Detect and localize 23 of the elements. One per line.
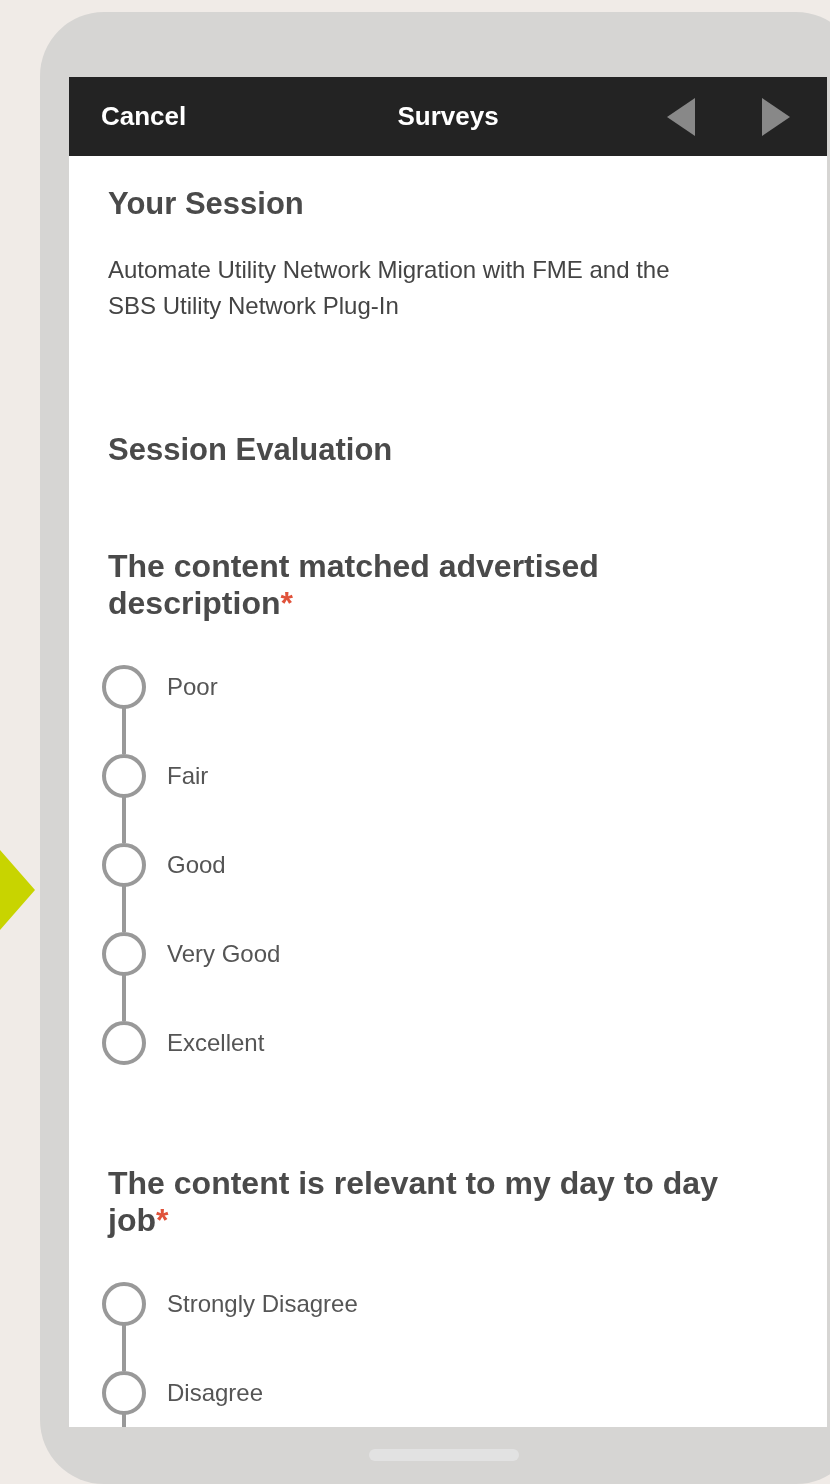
option-label[interactable]: Disagree [167,1378,264,1407]
radio-button[interactable] [101,663,147,710]
radio-button[interactable] [101,1369,147,1416]
option-label[interactable]: Strongly Disagree [167,1289,358,1318]
option-label[interactable]: Good [167,850,226,879]
option-label[interactable]: Very Good [167,939,281,968]
option-label[interactable]: Poor [167,672,218,701]
cancel-button[interactable]: Cancel [101,101,187,132]
option-label[interactable]: Fair [167,761,209,790]
radio-button[interactable] [101,1019,147,1066]
session-description: Automate Utility Network Migration with FME and the SBS Utility Network Plug-In [108,255,671,321]
radio-button[interactable] [101,930,147,977]
section-heading: Your Session [108,185,305,223]
radio-button[interactable] [101,752,147,799]
question-text: The content matched advertised description* [108,548,600,622]
next-triangle-icon[interactable] [762,97,790,136]
section-heading: Session Evaluation [108,431,394,469]
radio-button[interactable] [101,1280,147,1327]
option-label[interactable]: Excellent [167,1028,265,1057]
radio-button[interactable] [101,841,147,888]
header-title: Surveys [397,101,499,132]
question-text: The content is relevant to my day to day job* [108,1165,719,1239]
previous-triangle-icon[interactable] [667,97,695,136]
